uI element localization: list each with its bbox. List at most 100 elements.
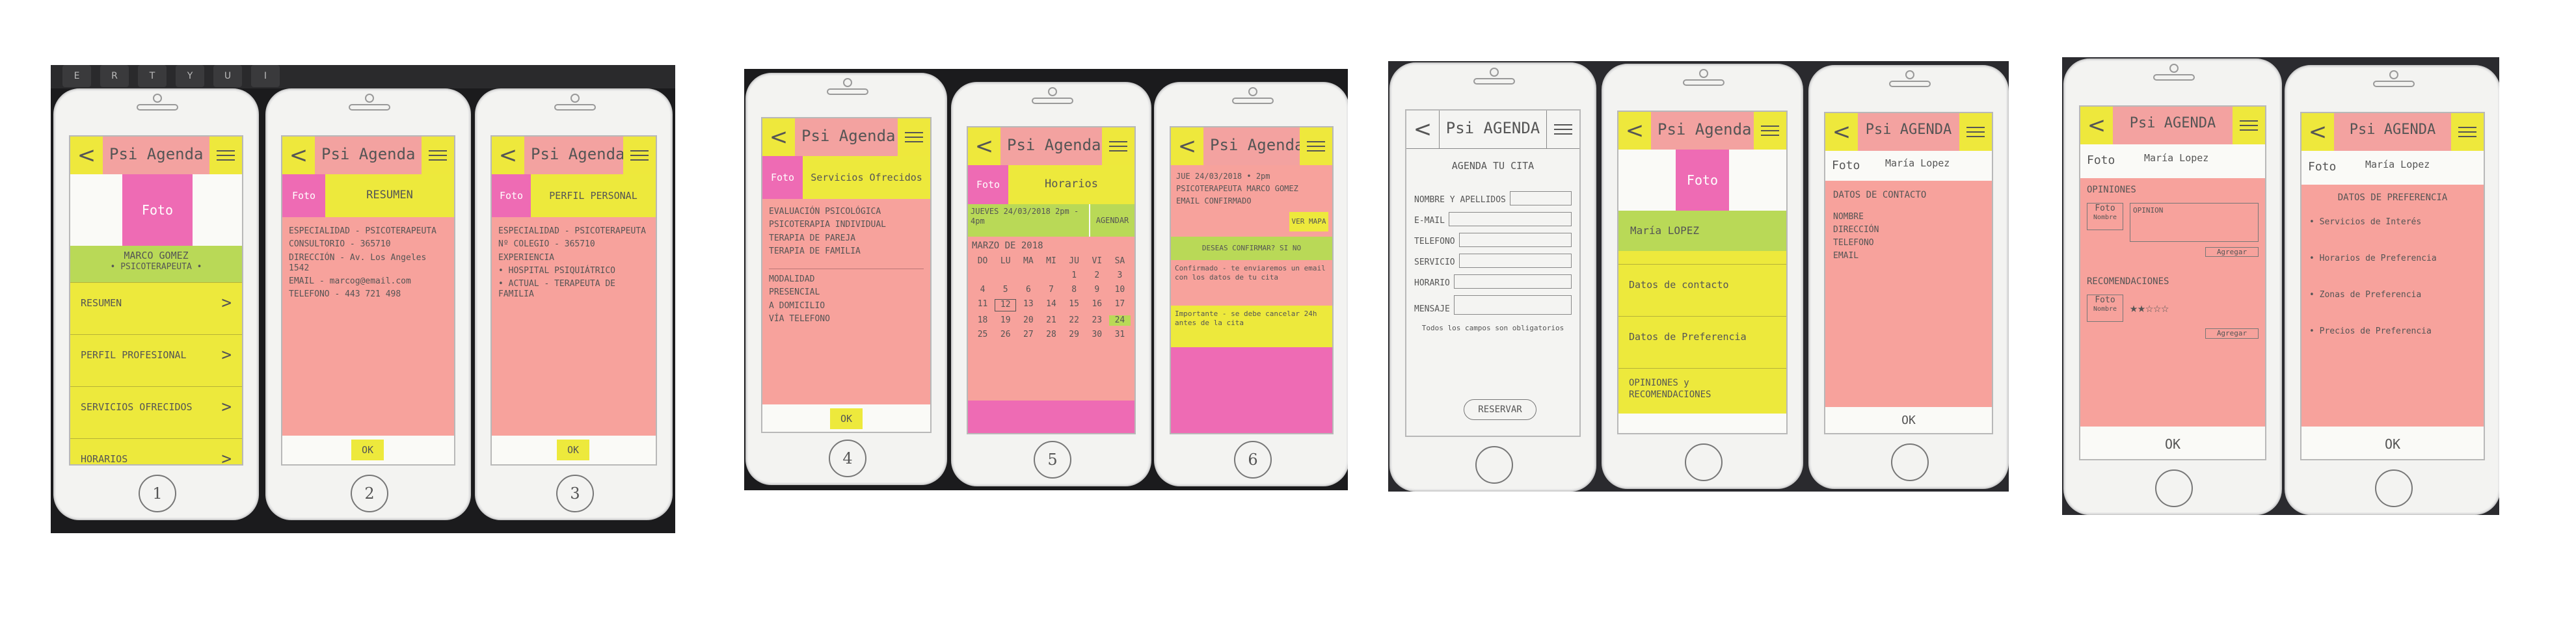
back-icon[interactable]: < bbox=[282, 137, 315, 174]
confirm-question[interactable]: DESEAS CONFIRMAR? SI NO bbox=[1171, 237, 1332, 260]
calendar-day[interactable]: 28 bbox=[1040, 330, 1062, 340]
agendar-button[interactable]: AGENDAR bbox=[1090, 204, 1134, 237]
tab-resumen[interactable]: RESUMEN bbox=[325, 174, 454, 217]
calendar-day[interactable]: 26 bbox=[995, 330, 1016, 340]
schedule-field[interactable] bbox=[1453, 274, 1572, 289]
calendar-day[interactable]: 8 bbox=[1064, 285, 1085, 295]
calendar-day[interactable]: 16 bbox=[1086, 299, 1108, 311]
calendar-day[interactable]: 25 bbox=[972, 330, 993, 340]
back-icon[interactable]: < bbox=[1825, 113, 1858, 151]
ver-mapa-button[interactable]: VER MAPA bbox=[1289, 212, 1328, 231]
menu-item-resumen[interactable]: RESUMEN > bbox=[70, 282, 242, 324]
phone-screen-10: < Psi AGENDA Foto María Lopez OPINIONES … bbox=[2063, 59, 2282, 515]
message-field[interactable] bbox=[1453, 295, 1572, 315]
calendar-day[interactable]: 29 bbox=[1064, 330, 1085, 340]
calendar-day[interactable]: 18 bbox=[972, 315, 993, 326]
calendar-day[interactable]: 9 bbox=[1086, 285, 1108, 295]
app-title: Psi AGENDA bbox=[1865, 122, 1952, 138]
ok-button[interactable]: OK bbox=[830, 408, 863, 429]
back-icon[interactable]: < bbox=[70, 137, 103, 174]
menu-icon[interactable] bbox=[422, 137, 454, 174]
chevron-right-icon: > bbox=[221, 397, 232, 417]
ok-button[interactable]: OK bbox=[351, 440, 384, 460]
calendar-day[interactable]: 24 bbox=[1108, 315, 1131, 326]
menu-icon[interactable] bbox=[209, 137, 242, 174]
important-note: Importante - se debe cancelar 24h antes … bbox=[1171, 306, 1332, 347]
menu-item-servicios[interactable]: SERVICIOS OFRECIDOS > bbox=[70, 386, 242, 428]
menu-icon[interactable] bbox=[1754, 112, 1786, 150]
star-rating-icon[interactable]: ★★☆☆☆ bbox=[2130, 300, 2169, 316]
reservar-button[interactable]: RESERVAR bbox=[1464, 399, 1536, 420]
agregar-button[interactable]: Agregar bbox=[2205, 246, 2259, 257]
menu-icon[interactable] bbox=[623, 137, 656, 174]
ok-button[interactable]: OK bbox=[2080, 436, 2265, 453]
tab-servicios[interactable]: Servicios Ofrecidos bbox=[803, 156, 930, 199]
back-icon[interactable]: < bbox=[2080, 107, 2113, 144]
menu-item-horarios[interactable]: HORARIOS > bbox=[70, 438, 242, 464]
calendar-day[interactable]: 14 bbox=[1040, 299, 1062, 311]
phone-screen-6: < Psi Agenda JUE 24/03/2018 • 2pm PSICOT… bbox=[1154, 82, 1348, 486]
calendar-day[interactable]: 27 bbox=[1017, 330, 1039, 340]
ok-button[interactable]: OK bbox=[1825, 414, 1992, 428]
calendar-day[interactable]: 1 bbox=[1064, 270, 1085, 281]
menu-icon[interactable] bbox=[1959, 113, 1992, 151]
ok-button[interactable]: OK bbox=[557, 440, 589, 460]
calendar-day[interactable]: 5 bbox=[995, 285, 1016, 295]
back-icon[interactable]: < bbox=[968, 127, 1000, 165]
back-icon[interactable]: < bbox=[762, 118, 795, 156]
menu-item-preferencia[interactable]: Datos de Preferencia bbox=[1618, 316, 1786, 358]
calendar-day[interactable]: 31 bbox=[1109, 330, 1131, 340]
tab-perfil-personal[interactable]: PERFIL PERSONAL bbox=[531, 174, 656, 217]
calendar-day[interactable]: 6 bbox=[1017, 285, 1039, 295]
menu-icon[interactable] bbox=[2451, 113, 2484, 151]
speaker-icon bbox=[1232, 98, 1274, 104]
service-field[interactable] bbox=[1458, 254, 1572, 268]
back-icon[interactable]: < bbox=[492, 137, 524, 174]
app-header: < Psi Agenda bbox=[1171, 127, 1332, 165]
menu-item-perfil[interactable]: PERFIL PROFESIONAL > bbox=[70, 334, 242, 376]
menu-icon[interactable] bbox=[1102, 127, 1134, 165]
calendar-day[interactable]: 23 bbox=[1086, 315, 1108, 326]
back-icon[interactable]: < bbox=[1618, 112, 1651, 150]
calendar-day[interactable]: 10 bbox=[1109, 285, 1131, 295]
camera-icon bbox=[2169, 64, 2179, 73]
calendar-day[interactable]: 30 bbox=[1086, 330, 1108, 340]
calendar-day[interactable]: 20 bbox=[1017, 315, 1039, 326]
camera-icon bbox=[2389, 70, 2398, 79]
calendar-day[interactable]: 12 bbox=[995, 299, 1017, 311]
menu-icon[interactable] bbox=[2233, 107, 2265, 144]
profile-photo: Foto bbox=[968, 165, 1008, 204]
required-note: Todos los campos son obligatorios bbox=[1421, 324, 1564, 332]
menu-item-contacto[interactable]: Datos de contacto bbox=[1618, 264, 1786, 306]
profile-name: María LOPEZ bbox=[1618, 211, 1786, 251]
back-icon[interactable]: < bbox=[1171, 127, 1203, 165]
tab-horarios[interactable]: Horarios bbox=[1008, 165, 1134, 204]
calendar-day[interactable]: 7 bbox=[1040, 285, 1062, 295]
ok-button[interactable]: OK bbox=[2301, 436, 2484, 453]
calendar-day[interactable]: 13 bbox=[1017, 299, 1039, 311]
menu-icon[interactable] bbox=[1300, 127, 1332, 165]
name-field[interactable] bbox=[1509, 191, 1572, 205]
menu-icon[interactable] bbox=[1546, 111, 1579, 148]
back-icon[interactable]: < bbox=[1406, 111, 1440, 148]
calendar-day[interactable]: 22 bbox=[1064, 315, 1085, 326]
menu-icon[interactable] bbox=[898, 118, 930, 156]
home-button: 2 bbox=[351, 475, 388, 512]
agregar-button-2[interactable]: Agregar bbox=[2205, 328, 2259, 339]
form-heading: AGENDA TU CITA bbox=[1451, 160, 1535, 172]
calendar-day[interactable]: 19 bbox=[995, 315, 1016, 326]
calendar-day[interactable]: 17 bbox=[1109, 299, 1131, 311]
email-field[interactable] bbox=[1448, 212, 1572, 226]
calendar-day[interactable]: 2 bbox=[1086, 270, 1108, 281]
app-title: Psi Agenda bbox=[1210, 136, 1304, 154]
app-header: < Psi Agenda bbox=[492, 137, 656, 174]
calendar-day[interactable]: 4 bbox=[972, 285, 993, 295]
calendar-day[interactable]: 3 bbox=[1109, 270, 1131, 281]
calendar-day[interactable]: 15 bbox=[1064, 299, 1085, 311]
calendar-day[interactable]: 11 bbox=[972, 299, 993, 311]
back-icon[interactable]: < bbox=[2301, 113, 2334, 151]
opinion-row: Foto Nombre OPINION bbox=[2087, 202, 2259, 242]
menu-item-opiniones[interactable]: OPINIONES y RECOMENDACIONES bbox=[1618, 368, 1786, 410]
phone-field[interactable] bbox=[1458, 233, 1572, 247]
calendar-day[interactable]: 21 bbox=[1040, 315, 1062, 326]
